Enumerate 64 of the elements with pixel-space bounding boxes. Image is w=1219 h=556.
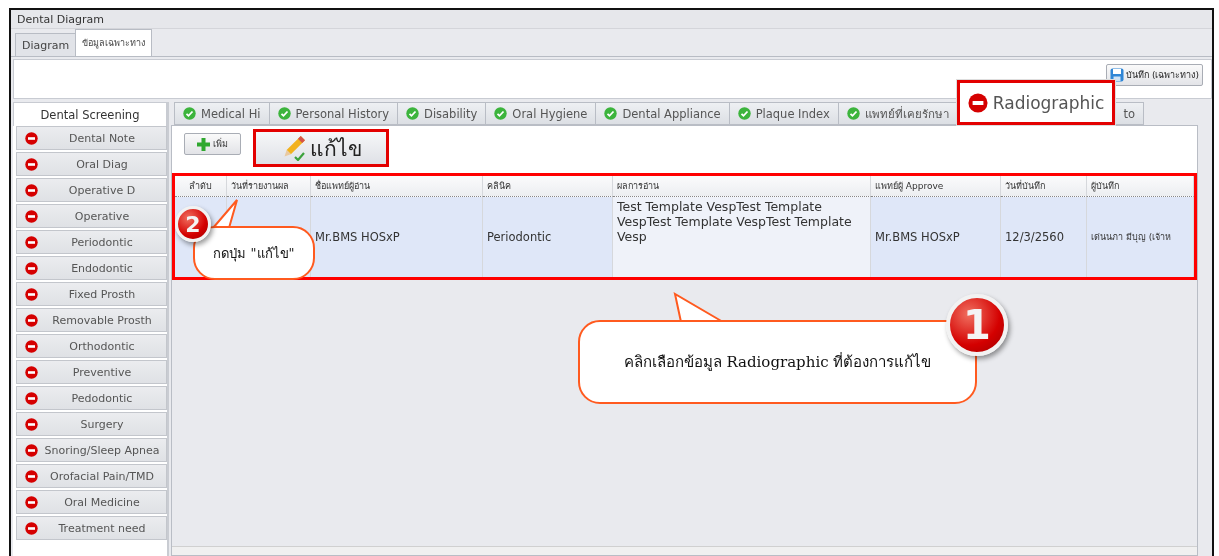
sidebar-item[interactable]: Operative xyxy=(16,204,167,228)
tab[interactable]: Diagram xyxy=(15,33,77,56)
sidebar-item[interactable]: Treatment need xyxy=(16,516,167,540)
column-header: ผู้บันทึก xyxy=(1087,176,1194,197)
tab[interactable]: Plaque Index xyxy=(728,102,839,125)
column-header: วันที่บันทึก xyxy=(1001,176,1087,197)
sidebar-item-label: Removable Prosth xyxy=(51,313,153,327)
tab[interactable]: to xyxy=(1114,102,1144,125)
table-cell[interactable]: Mr.BMS HOSxP xyxy=(311,197,483,277)
sidebar-item-label: Snoring/Sleep Apnea xyxy=(43,443,161,457)
tab[interactable]: Dental Appliance xyxy=(595,102,730,125)
sidebar-item-label: Surgery xyxy=(79,417,125,431)
window-title: Dental Diagram xyxy=(17,12,105,26)
sidebar-tab[interactable]: Dental Screening xyxy=(13,102,167,126)
column-header: คลินิค xyxy=(483,176,613,197)
table-cell[interactable]: 12/3/2560 xyxy=(1001,197,1087,277)
tab[interactable]: แพทย์ที่เคยรักษา xyxy=(837,102,958,125)
table-cell[interactable]: Periodontic xyxy=(483,197,613,277)
column-header: แพทย์ผู้ Approve xyxy=(871,176,1001,197)
sidebar-item-label: Operative D xyxy=(67,183,137,197)
table-cell[interactable]: Test Template VespTest Template VespTest Template VespTest Template Vesp xyxy=(613,197,871,277)
sidebar-item-label: Operative xyxy=(73,209,131,223)
sidebar-item[interactable]: Surgery xyxy=(16,412,167,436)
sidebar-item[interactable]: Endodontic xyxy=(16,256,167,280)
tab[interactable]: Medical Hi xyxy=(174,102,270,125)
sidebar-item-label: Orofacial Pain/TMD xyxy=(49,469,155,483)
sidebar-item[interactable]: Snoring/Sleep Apnea xyxy=(16,438,167,462)
sidebar-item-label: Dental Note xyxy=(68,131,136,145)
sidebar-item-label: Oral Medicine xyxy=(63,495,141,509)
sidebar-item[interactable]: Oral Medicine xyxy=(16,490,167,514)
plus-icon xyxy=(197,137,210,151)
table-cell[interactable]: เด่นนภา มีบุญ (เจ้าห xyxy=(1087,197,1194,277)
tab[interactable]: ข้อมูลเฉพาะทาง xyxy=(75,29,153,56)
tab[interactable]: Radiographic xyxy=(956,80,1116,125)
sidebar-item[interactable]: Orthodontic xyxy=(16,334,167,358)
sidebar-item[interactable]: Orofacial Pain/TMD xyxy=(16,464,167,488)
add-button[interactable]: เพิ่ม xyxy=(184,133,241,155)
horizontal-scrollbar[interactable] xyxy=(172,546,1197,555)
sidebar-item-label: Preventive xyxy=(71,365,133,379)
tab[interactable]: Disability xyxy=(397,102,487,125)
sidebar-item-label: Treatment need xyxy=(57,521,147,535)
sidebar-item[interactable]: Oral Diag xyxy=(16,152,167,176)
save-button[interactable]: บันทึก (เฉพาะทาง) xyxy=(1106,64,1203,86)
sidebar-item-label: Pedodontic xyxy=(70,391,134,405)
tab[interactable]: Oral Hygiene xyxy=(485,102,597,125)
sidebar-item-label: Orthodontic xyxy=(68,339,136,353)
sidebar-item[interactable]: Fixed Prosth xyxy=(16,282,167,306)
tab[interactable]: Personal History xyxy=(268,102,399,125)
column-header: วันที่รายงานผล xyxy=(227,176,311,197)
sidebar-item[interactable]: Dental Note xyxy=(16,126,167,150)
sidebar-item[interactable]: Removable Prosth xyxy=(16,308,167,332)
column-header: ผลการอ่าน xyxy=(613,176,871,197)
edit-button[interactable]: แก้ไข xyxy=(253,129,389,167)
sidebar-item-label: Oral Diag xyxy=(75,157,129,171)
sidebar-item-label: Periodontic xyxy=(70,235,134,249)
sidebar-item-label: Fixed Prosth xyxy=(67,287,137,301)
sidebar-item[interactable]: Operative D xyxy=(16,178,167,202)
table-cell[interactable]: Mr.BMS HOSxP xyxy=(871,197,1001,277)
sidebar-item[interactable]: Periodontic xyxy=(16,230,167,254)
sidebar-item[interactable]: Pedodontic xyxy=(16,386,167,410)
column-header: ชื่อแพทย์ผู้อ่าน xyxy=(311,176,483,197)
sidebar-item-label: Endodontic xyxy=(70,261,134,275)
column-header: ลำดับ xyxy=(175,176,227,197)
sidebar-item[interactable]: Preventive xyxy=(16,360,167,384)
